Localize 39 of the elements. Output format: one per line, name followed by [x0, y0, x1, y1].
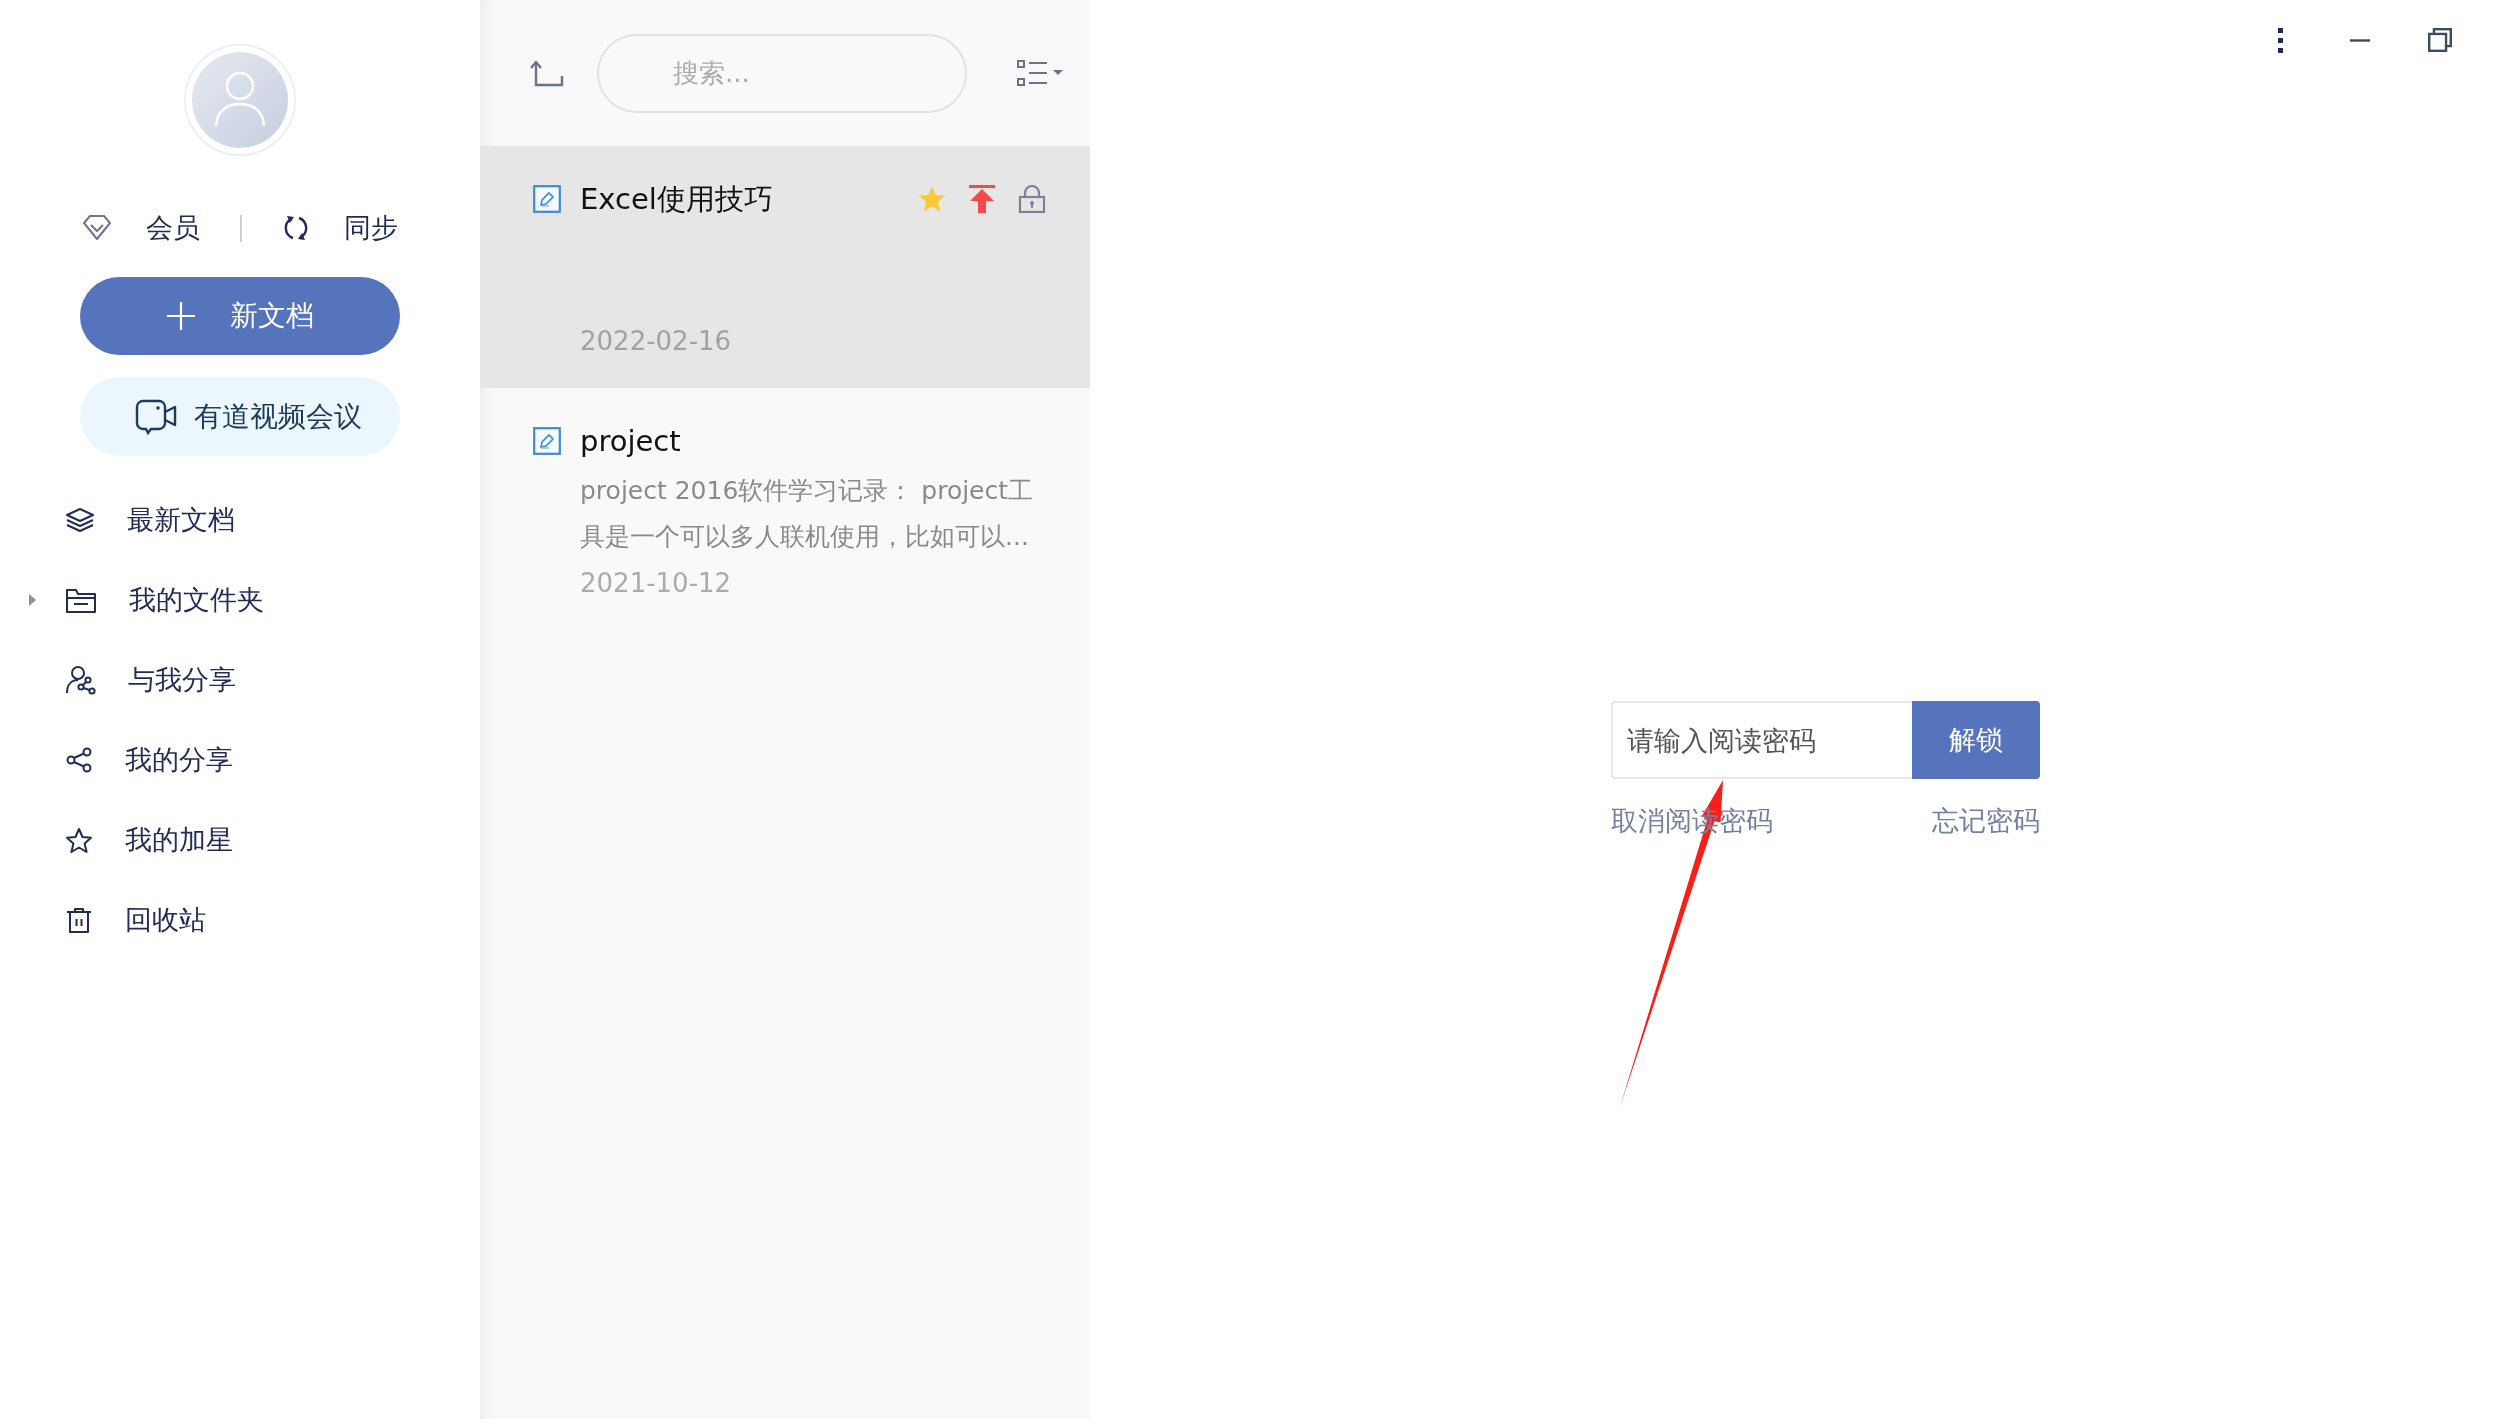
sync-link[interactable]: 同步 — [282, 211, 398, 245]
share-icon — [65, 747, 93, 773]
note-list-item[interactable]: Excel使用技巧 2022-02-16 — [480, 146, 1090, 388]
sidebar-item[interactable]: 回收站 — [0, 880, 480, 960]
search-field[interactable]: 搜索... — [597, 33, 967, 113]
plus-icon — [166, 301, 196, 331]
video-camera-icon — [134, 398, 177, 435]
note-list-item[interactable]: project project 2016软件学习记录： project工具是一个可以多人联机使用，比如可以... 2021-10-12 — [480, 388, 1090, 630]
forgot-password-link[interactable]: 忘记密码 — [1932, 805, 2040, 838]
layers-icon — [65, 507, 95, 533]
more-icon[interactable] — [2277, 27, 2283, 53]
sidebar-item[interactable]: 我的分享 — [0, 720, 480, 800]
password-field[interactable]: 请输入阅读密码 — [1611, 701, 1912, 779]
sidebar-item[interactable]: 我的文件夹 — [0, 560, 480, 640]
note-edit-icon — [533, 427, 561, 455]
video-meeting-button[interactable]: 有道视频会议 — [80, 377, 400, 456]
person-share-icon — [65, 665, 96, 695]
restore-icon[interactable] — [2428, 28, 2452, 52]
note-edit-icon — [533, 185, 561, 213]
trash-icon — [65, 906, 93, 934]
sidebar-item[interactable]: 我的加星 — [0, 800, 480, 880]
member-link[interactable]: 会员 — [82, 211, 200, 245]
sidebar-item[interactable]: 最新文档 — [0, 480, 480, 560]
folder-icon — [65, 586, 97, 614]
diamond-icon — [82, 214, 112, 242]
sync-icon — [282, 214, 310, 242]
note-title: project — [580, 426, 681, 456]
star-icon — [65, 826, 93, 854]
list-view-icon[interactable] — [1017, 60, 1064, 86]
sidebar-item[interactable]: 与我分享 — [0, 640, 480, 720]
minimize-icon[interactable] — [2350, 38, 2370, 42]
new-document-button[interactable]: 新文档 — [80, 277, 400, 355]
note-title: Excel使用技巧 — [580, 184, 773, 214]
caret-icon[interactable] — [28, 594, 37, 606]
note-date: 2022-02-16 — [580, 325, 732, 358]
unlock-button[interactable]: 解锁 — [1912, 701, 2040, 779]
up-arrow-icon[interactable] — [530, 59, 564, 87]
note-preview: project 2016软件学习记录： project工具是一个可以多人联机使用，比如可以... — [580, 475, 1035, 553]
note-date: 2021-10-12 — [580, 567, 732, 600]
